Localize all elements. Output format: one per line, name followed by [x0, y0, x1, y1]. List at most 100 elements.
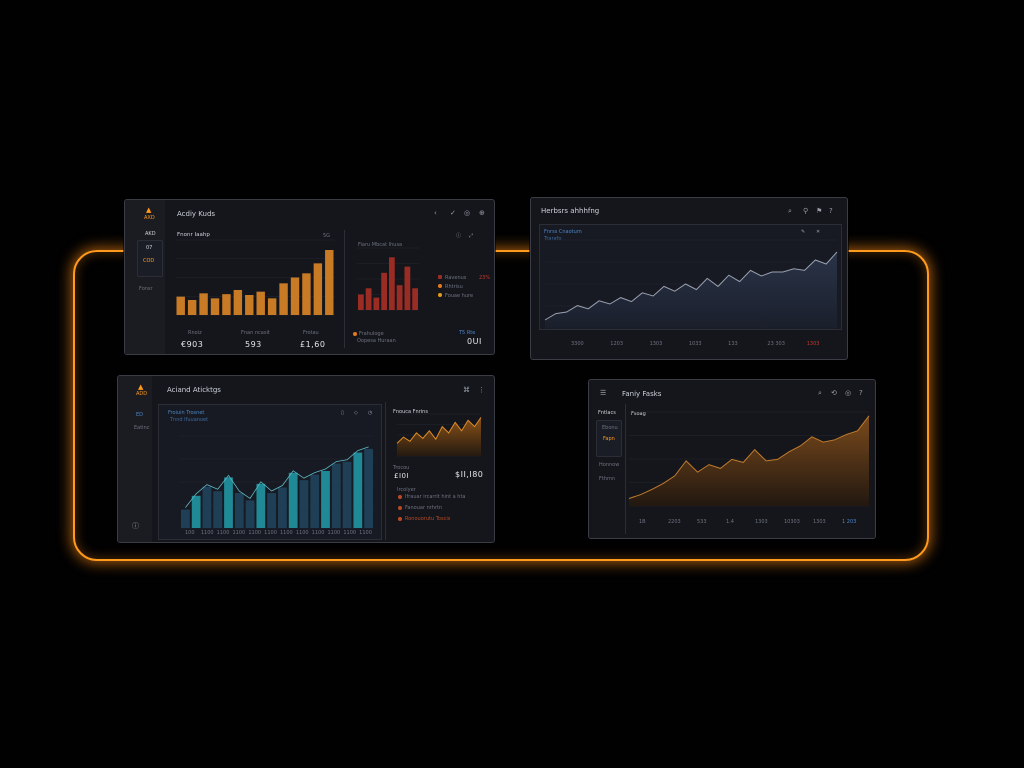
share-icon[interactable]: ⊕: [479, 209, 485, 217]
bar: [210, 298, 220, 315]
area-fill: [397, 417, 481, 456]
menu-icon[interactable]: ☰: [600, 389, 606, 397]
bar: [278, 487, 287, 528]
shield-icon[interactable]: ◇: [354, 409, 358, 417]
bookmark-icon[interactable]: ▯: [341, 409, 344, 417]
logo-icon: ▲: [146, 206, 152, 214]
bar: [199, 293, 208, 315]
x-tick-label: 1100: [311, 530, 325, 536]
bar: [267, 493, 276, 528]
mid-label: Trocou: [393, 465, 410, 471]
bar: [245, 295, 254, 315]
help-circle-icon[interactable]: ⓘ: [132, 522, 139, 530]
search-icon-4[interactable]: ⌕: [818, 389, 822, 397]
bar: [279, 283, 288, 315]
bar: [396, 285, 403, 310]
divider-4: [625, 404, 626, 534]
bar: [256, 291, 265, 315]
back-icon[interactable]: ‹: [434, 209, 437, 217]
sidebar-item-1[interactable]: AKD: [145, 231, 156, 237]
list-item-3[interactable]: Ronouorutu Toscis: [405, 516, 450, 522]
x-tick-label: 1100: [343, 530, 357, 536]
stat-3-label: Frotau: [303, 330, 319, 336]
bar: [313, 263, 323, 315]
stat-3-value: £1,60: [300, 340, 326, 349]
close-icon[interactable]: ✕: [816, 228, 820, 236]
side4-item-4[interactable]: Fthmn: [599, 476, 615, 482]
bar: [191, 495, 201, 528]
settings-icon[interactable]: ◎: [464, 209, 470, 217]
x-tick-label: 1100: [359, 530, 372, 536]
legend-dot-1: [438, 275, 442, 279]
list-dot-2: [398, 506, 402, 510]
search-icon[interactable]: ⌕: [788, 207, 792, 215]
bar: [224, 477, 233, 528]
sidebar: [125, 200, 165, 354]
bar: [389, 257, 395, 310]
legend-2: Rhtrisu: [445, 284, 463, 290]
panel-activity: ▲ AXD AKD 07 COD Fonsr Acdiy Kuds ‹ ✓ ◎ …: [124, 199, 495, 355]
list-item-1[interactable]: Ifrauar ircarrit hint a hta: [405, 494, 465, 500]
bar: [412, 288, 418, 310]
x-tick-label: 1303: [813, 519, 826, 525]
x-tick-label: 533: [697, 519, 707, 525]
more-icon[interactable]: ⋮: [478, 386, 485, 394]
sidebar3-item-2[interactable]: Eatinc: [134, 425, 150, 431]
area-fill: [629, 415, 869, 506]
tag-icon[interactable]: ⌘: [463, 386, 470, 394]
side-title-4: Fntlacs: [598, 410, 616, 416]
sidebar-item-3: COD: [143, 258, 155, 264]
bar: [342, 461, 352, 528]
x-tick-label: 1033: [688, 341, 702, 347]
x-tick-label: 1303: [755, 519, 768, 525]
check-icon[interactable]: ✓: [450, 209, 456, 217]
stat-1-label: Rnoiz: [188, 330, 202, 336]
logo-icon-3: ▲: [138, 383, 144, 391]
bar: [288, 472, 298, 528]
legend-dot-3: [438, 293, 442, 297]
page-title: Acdiy Kuds: [177, 210, 216, 218]
x-tick-label: 1303: [649, 341, 663, 347]
x-tick-label: 133: [728, 341, 738, 347]
bar: [222, 294, 231, 315]
panel2-sub-title: Fnrss Cnaotum: [544, 229, 582, 235]
panel-analytics: ▲ ADD ED Eatinc ⓘ Aciand Aticktgs ⌘ ⋮ Fr…: [117, 375, 495, 543]
side4-item-3[interactable]: Honnow: [599, 462, 619, 468]
mid-value: £I0I: [394, 472, 410, 480]
info-icon[interactable]: ⓘ: [456, 232, 461, 240]
bar: [233, 290, 243, 315]
sidebar-extra[interactable]: Fonsr: [139, 286, 153, 292]
sync-icon[interactable]: ⟲: [831, 389, 837, 397]
legend-1: Ravenus: [445, 275, 467, 281]
help-icon-4[interactable]: ?: [859, 389, 863, 397]
bar: [176, 296, 185, 315]
x-tick-label: 2203: [668, 519, 681, 525]
bar: [267, 298, 277, 315]
expand-icon[interactable]: ⤢: [469, 232, 473, 240]
edit-icon[interactable]: ✎: [801, 228, 805, 236]
area-fill: [545, 252, 837, 328]
chart-title: Fnonr Iaahp: [177, 232, 210, 238]
bar: [202, 486, 212, 528]
list-title: Ircolyer: [397, 487, 416, 493]
settings-icon-4[interactable]: ◎: [845, 389, 851, 397]
chart-bars-teal: [180, 435, 374, 529]
help-icon[interactable]: ?: [829, 207, 833, 215]
divider-3: [385, 402, 386, 540]
bar: [373, 297, 380, 310]
x-tick-label: 1100: [232, 530, 246, 536]
sidebar-item-2: 07: [146, 245, 153, 251]
legend-3: Fouae hure: [445, 293, 474, 299]
filter-icon[interactable]: ⚲: [803, 207, 808, 215]
bar: [213, 491, 223, 528]
clock-icon[interactable]: ◷: [368, 409, 372, 417]
list-item-2[interactable]: Fanouar nrhrtn: [405, 505, 442, 511]
bar: [353, 452, 363, 528]
panel3-chart-sub: Tnnd Ifuuanoet: [170, 417, 209, 423]
bar: [290, 277, 300, 315]
x-tick-label: 1100: [264, 530, 277, 536]
x-tick-label: 1303: [806, 341, 820, 347]
bar: [364, 448, 373, 528]
sidebar3-item-1[interactable]: ED: [136, 412, 143, 418]
pin-icon[interactable]: ⚑: [816, 207, 822, 215]
